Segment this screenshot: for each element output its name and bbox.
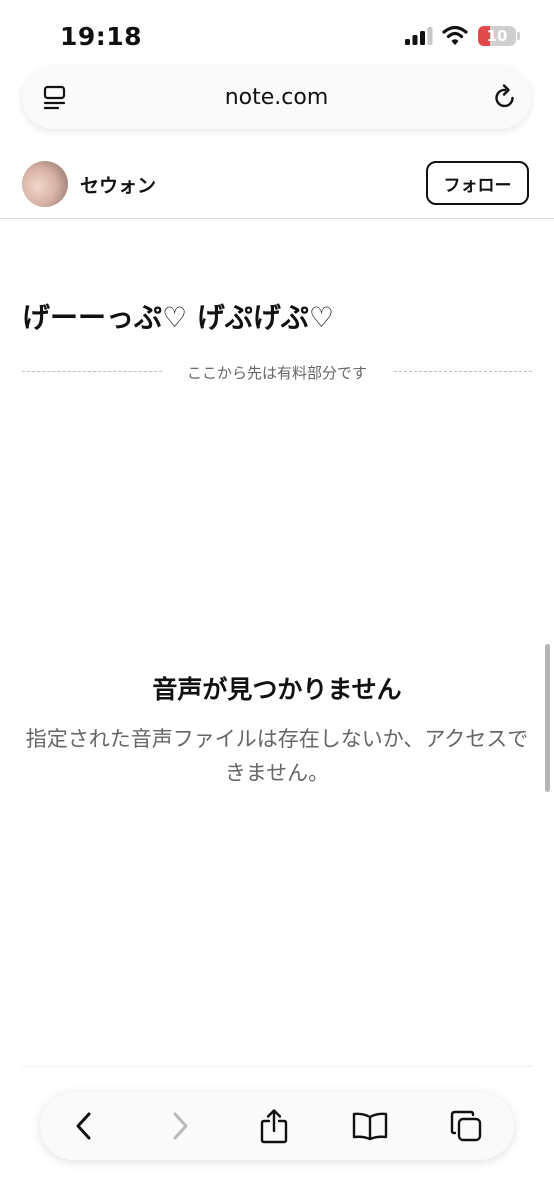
article-title: げーーっぷ♡ げぷげぷ♡ [22, 301, 334, 334]
wifi-icon [442, 25, 468, 45]
avatar[interactable] [22, 161, 68, 207]
tabs-icon[interactable] [449, 1109, 483, 1143]
status-bar: 19:18 10 [0, 0, 554, 70]
forward-button[interactable] [158, 1104, 202, 1148]
tabs-button[interactable] [444, 1104, 488, 1148]
author-name[interactable]: セウォン [80, 171, 156, 198]
paywall-divider: ここから先は有料部分です [22, 360, 532, 384]
content-bottom-divider [22, 1066, 532, 1067]
back-button[interactable] [62, 1104, 106, 1148]
follow-button[interactable]: フォロー [426, 161, 529, 205]
url-text[interactable]: note.com [22, 85, 531, 110]
bookmarks-button[interactable] [348, 1104, 392, 1148]
cellular-signal-icon [405, 27, 433, 45]
battery-icon: 10 [478, 26, 516, 46]
back-icon[interactable] [73, 1111, 95, 1141]
scrollbar[interactable] [545, 644, 550, 792]
browser-toolbar [40, 1092, 514, 1160]
reload-icon[interactable] [492, 84, 518, 112]
battery-level: 10 [486, 27, 508, 45]
share-icon[interactable] [259, 1108, 289, 1144]
paywall-label: ここから先は有料部分です [22, 362, 532, 383]
paywall-label-text: ここから先は有料部分です [176, 364, 377, 382]
status-time: 19:18 [60, 22, 143, 51]
audio-error-message: 指定された音声ファイルは存在しないか、アクセスできません。 [25, 727, 529, 785]
address-bar[interactable]: note.com [22, 67, 531, 129]
share-button[interactable] [252, 1104, 296, 1148]
author-header: セウォン フォロー [0, 145, 554, 219]
battery-cap [517, 32, 520, 40]
bookmarks-icon[interactable] [351, 1111, 389, 1141]
audio-error-title: 音声が見つかりません [152, 675, 402, 704]
forward-icon[interactable] [169, 1111, 191, 1141]
